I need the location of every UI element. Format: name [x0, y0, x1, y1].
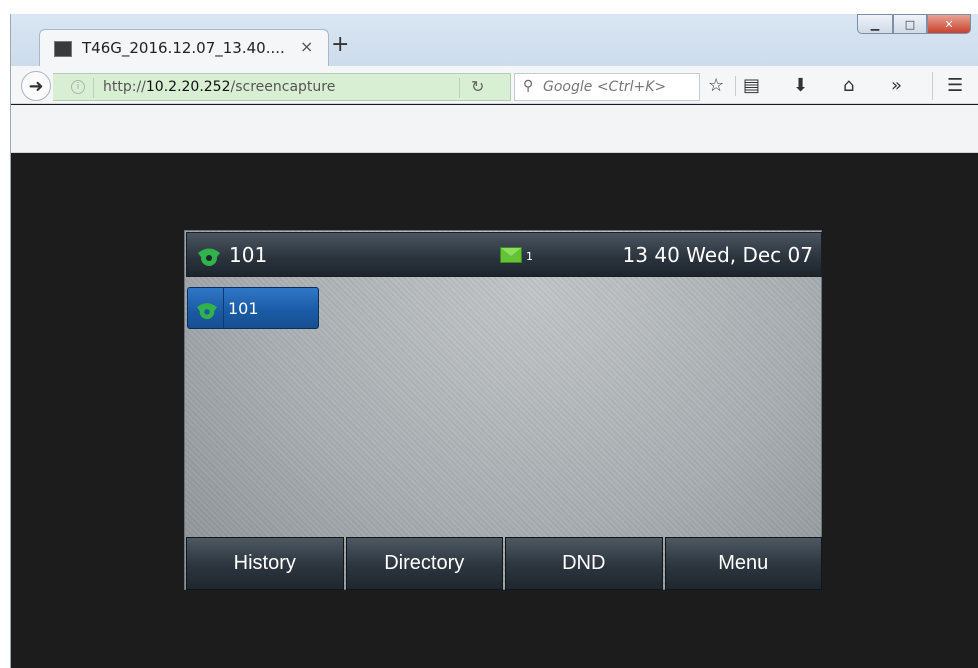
hamburger-menu-icon[interactable]: ☰	[947, 75, 963, 96]
window-controls: ▁ □ ✕	[857, 14, 971, 36]
info-icon[interactable]: i	[71, 80, 85, 94]
url-divider	[93, 78, 94, 98]
url-scheme: http://	[103, 79, 146, 95]
account-label: 101	[229, 243, 268, 267]
download-icon[interactable]: ⬇	[793, 75, 808, 96]
line-key-divider	[223, 288, 224, 328]
minimize-button[interactable]: ▁	[857, 14, 893, 34]
search-placeholder: Google <Ctrl+K>	[543, 79, 667, 95]
phone-handset-icon	[195, 300, 219, 324]
title-bar: T46G_2016.12.07_13.40.... × + ▁ □ ✕	[11, 14, 978, 67]
date-time: 13 40 Wed, Dec 07	[622, 243, 813, 267]
favicon-icon	[54, 41, 72, 57]
softkey-bar: History Directory DND Menu	[186, 537, 822, 590]
star-icon[interactable]: ☆	[708, 75, 724, 96]
url-path: /screencapture	[230, 79, 336, 95]
search-field[interactable]: ⚲ Google <Ctrl+K>	[514, 73, 700, 101]
directory-softkey[interactable]: Directory	[345, 537, 503, 590]
bookmarks-bar	[11, 105, 978, 153]
phone-handset-icon	[196, 245, 222, 271]
tab-close-icon[interactable]: ×	[300, 37, 313, 56]
phone-screen: 101 1 13 40 Wed, Dec 07 101 History Dire…	[184, 230, 822, 590]
tab-title: T46G_2016.12.07_13.40....	[82, 39, 285, 57]
browser-window: T46G_2016.12.07_13.40.... × + ▁ □ ✕ ➜ i …	[10, 14, 978, 668]
history-softkey[interactable]: History	[186, 537, 344, 590]
chevrons-right-icon[interactable]: »	[891, 75, 902, 96]
maximize-button[interactable]: □	[893, 14, 927, 34]
menu-divider	[932, 72, 933, 100]
browser-tab[interactable]: T46G_2016.12.07_13.40.... ×	[39, 29, 329, 67]
line-key-label: 101	[228, 299, 259, 318]
library-icon[interactable]: ▤	[743, 75, 760, 96]
navigation-toolbar: ➜ i http://10.2.20.252/screencapture ↻ ⚲…	[11, 66, 978, 104]
search-icon: ⚲	[523, 78, 534, 94]
home-icon[interactable]: ⌂	[843, 75, 854, 96]
message-envelope-icon[interactable]	[500, 247, 522, 263]
line-key-101[interactable]: 101	[187, 287, 319, 329]
menu-softkey[interactable]: Menu	[664, 537, 822, 590]
reload-divider	[459, 78, 460, 98]
dnd-softkey[interactable]: DND	[505, 537, 663, 590]
back-arrow-icon: ➜	[28, 75, 44, 97]
close-window-button[interactable]: ✕	[927, 14, 971, 34]
address-bar[interactable]: i http://10.2.20.252/screencapture ↻	[53, 73, 511, 101]
reload-icon[interactable]: ↻	[471, 77, 484, 96]
toolbar-divider	[735, 76, 736, 96]
message-count: 1	[526, 250, 533, 263]
url-text[interactable]: http://10.2.20.252/screencapture	[103, 79, 335, 95]
status-bar: 101 1 13 40 Wed, Dec 07	[186, 232, 822, 277]
url-host: 10.2.20.252	[145, 79, 231, 95]
back-button[interactable]: ➜	[21, 71, 51, 101]
new-tab-button[interactable]: +	[331, 32, 349, 57]
